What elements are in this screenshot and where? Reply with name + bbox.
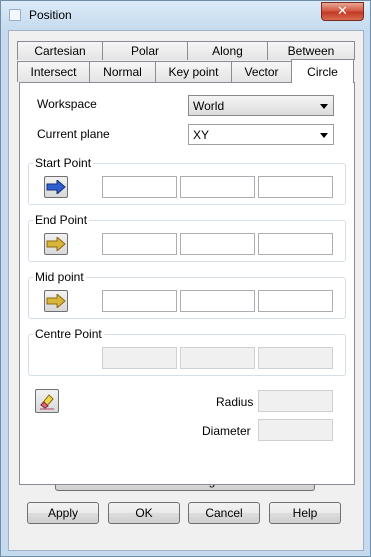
end-point-group: End Point [28,213,346,262]
end-point-title: End Point [33,213,90,227]
tab-label: Cartesian [34,44,86,58]
apply-label: Apply [47,506,79,520]
radius-label: Radius [216,395,254,409]
help-label: Help [292,506,318,520]
diameter-field [258,419,333,441]
tab-label: Normal [103,65,142,79]
end-x-field[interactable] [102,233,177,255]
eraser-icon [40,394,54,410]
current-plane-select[interactable]: XY [188,124,334,145]
tab-intersect[interactable]: Intersect [17,61,90,82]
chevron-down-icon [320,133,328,138]
current-plane-label: Current plane [37,127,110,141]
mid-z-field[interactable] [258,290,333,312]
centre-point-group: Centre Point [28,327,346,376]
yellow-arrow-icon [46,237,66,251]
tab-label: Vector [244,65,279,79]
tab-label: Along [212,44,243,58]
blue-arrow-icon [46,180,66,194]
circle-panel: Workspace World Current plane XY Start P… [19,82,355,485]
workspace-label: Workspace [37,97,97,111]
tab-label: Key point [168,65,219,79]
workspace-value: World [193,99,225,113]
pick-end-point-button[interactable] [44,233,68,255]
clear-button[interactable] [35,389,59,413]
start-z-field[interactable] [258,176,333,198]
mid-point-title: Mid point [33,270,86,284]
end-y-field[interactable] [180,233,255,255]
start-x-field[interactable] [102,176,177,198]
cancel-label: Cancel [205,506,243,520]
tab-between[interactable]: Between [267,41,355,60]
title-bar[interactable]: Position ✕ [1,1,370,30]
centre-x-field [102,347,177,369]
help-button[interactable]: Help [269,502,341,524]
tab-polar[interactable]: Polar [102,41,188,60]
diameter-label: Diameter [202,424,251,438]
dialog-body: Cartesian Polar Along Between Intersect … [8,30,364,551]
ok-label: OK [135,506,153,520]
radius-field [258,390,333,412]
centre-point-title: Centre Point [33,327,104,341]
tab-key-point[interactable]: Key point [155,61,232,82]
centre-y-field [180,347,255,369]
yellow-arrow-icon [46,294,66,308]
position-dialog: Position ✕ Cartesian Polar Along Between… [0,0,371,557]
apply-button[interactable]: Apply [27,502,99,524]
start-point-group: Start Point [28,156,346,205]
pick-mid-point-button[interactable] [44,290,68,312]
tab-along[interactable]: Along [187,41,268,60]
current-plane-value: XY [193,128,210,142]
workspace-select[interactable]: World [188,95,334,116]
window-title: Position [29,8,72,22]
close-icon: ✕ [337,4,348,19]
chevron-down-icon [320,104,328,109]
cancel-button[interactable]: Cancel [188,502,260,524]
tab-normal[interactable]: Normal [89,61,156,82]
tab-label: Polar [130,44,159,58]
mid-x-field[interactable] [102,290,177,312]
end-z-field[interactable] [258,233,333,255]
window-icon [9,9,21,21]
tab-label: Intersect [30,65,77,79]
close-button[interactable]: ✕ [321,2,364,21]
tab-label: Between [287,44,335,58]
mid-point-group: Mid point [28,270,346,319]
start-y-field[interactable] [180,176,255,198]
tab-cartesian[interactable]: Cartesian [17,41,103,60]
start-point-title: Start Point [33,156,94,170]
tab-circle[interactable]: Circle [291,59,354,83]
tab-label: Circle [307,64,338,79]
mid-y-field[interactable] [180,290,255,312]
tab-vector[interactable]: Vector [231,61,292,82]
centre-z-field [258,347,333,369]
pick-start-point-button[interactable] [44,176,68,198]
ok-button[interactable]: OK [108,502,180,524]
